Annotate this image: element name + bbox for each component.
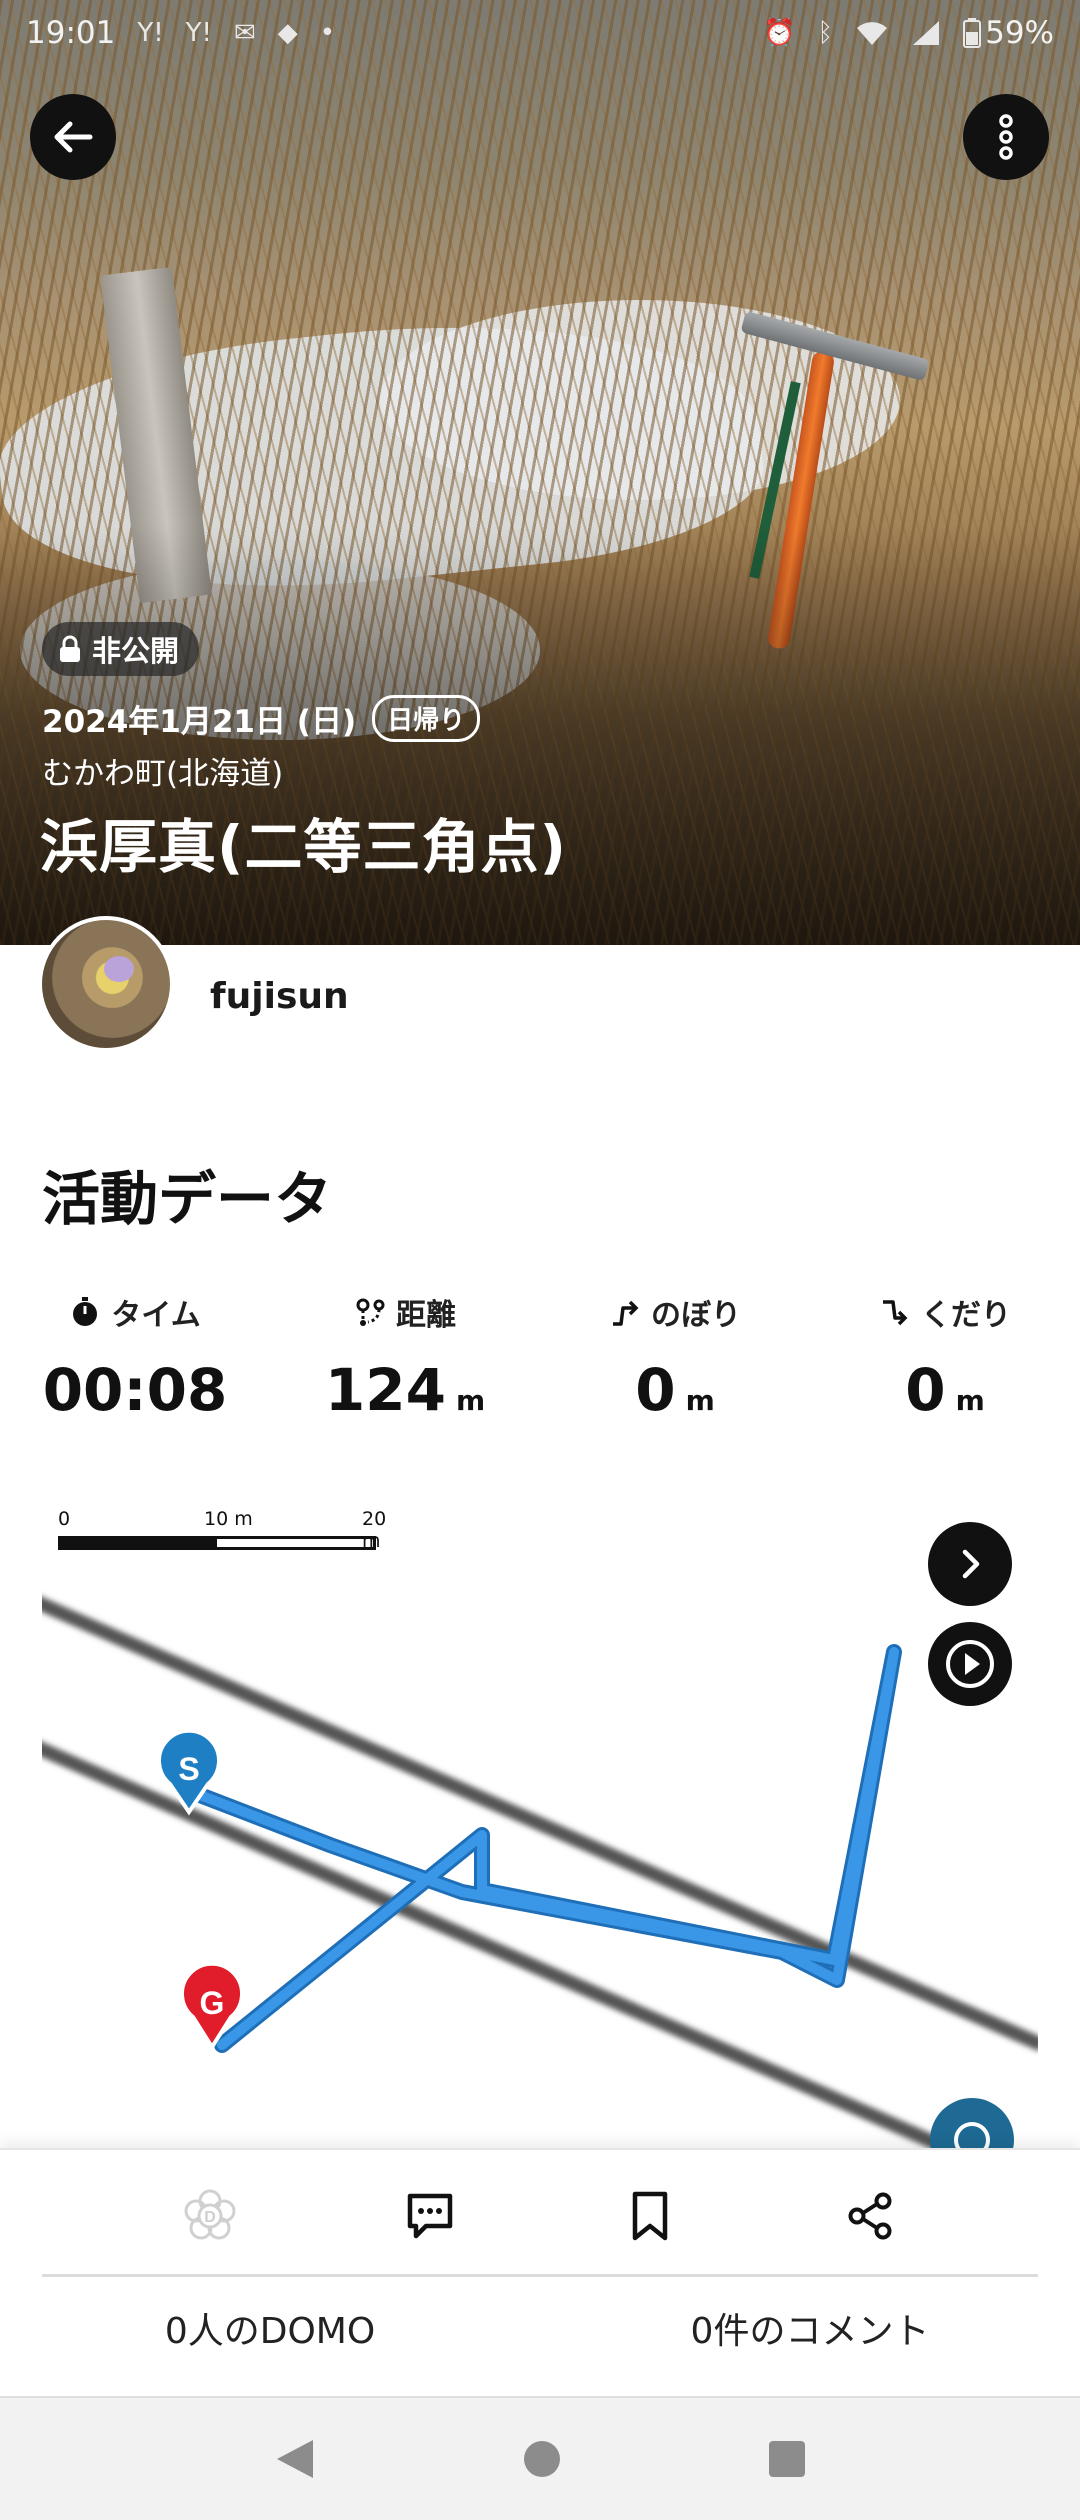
privacy-label: 非公開 [92,634,180,668]
wifi-icon [857,22,888,45]
nav-back-icon[interactable] [273,2436,317,2482]
privacy-badge: 非公開 [42,622,200,676]
share-button[interactable] [760,2176,980,2256]
map-replay-button[interactable] [928,1622,1012,1706]
action-divider [42,2274,1038,2277]
stat-unit: m [955,1384,985,1417]
activity-stats: タイム 00:08 距離 124 m のぼり 0m くだり 0m [0,1290,1080,1424]
stat-time: タイム 00:08 [0,1290,270,1424]
battery-percent: 59% [985,15,1054,51]
hero-photo: 19:01 Y! Y! ✉ ◆ • ⏰ ᛒ 59% 非公開 2024年1月21日… [0,0,1080,945]
nav-recents-icon[interactable] [767,2439,807,2479]
bottom-action-bar: D 0人のDOMO 0件のコメント [0,2148,1080,2396]
dot-icon: • [319,18,336,48]
stat-value: 00:08 [42,1356,228,1424]
stat-ascent: のぼり 0m [540,1290,810,1424]
stat-value: 124 [324,1356,446,1424]
status-bar: 19:01 Y! Y! ✉ ◆ • ⏰ ᛒ 59% [0,0,1080,66]
stat-unit: m [455,1384,486,1417]
scale-label: 0 [58,1508,71,1530]
route-icon [356,1298,385,1326]
comment-count-link[interactable]: 0件のコメント [540,2302,1080,2354]
domo-flower-icon: D [184,2189,236,2240]
activity-date-line: 2024年1月21日 (日) 日帰り [42,695,481,742]
arrow-left-icon [54,121,93,153]
bookmark-icon [632,2191,668,2241]
stat-value: 0 [635,1356,676,1424]
lock-icon [60,635,80,662]
system-nav-bar [0,2396,1080,2520]
mail-icon: ✉ [233,18,256,48]
back-button[interactable] [30,94,116,180]
stat-distance: 距離 124 m [270,1290,540,1424]
stat-unit: m [685,1384,715,1417]
avatar-detail [104,956,134,982]
activity-date: 2024年1月21日 (日) [42,704,357,740]
comment-icon [407,2193,453,2239]
comment-button[interactable] [320,2176,540,2256]
start-marker-label: S [178,1751,199,1787]
user-avatar[interactable] [38,916,174,1052]
more-vertical-icon [999,114,1013,160]
chevron-right-icon [962,1549,980,1579]
descent-icon [883,1300,908,1326]
activity-data-heading: 活動データ [42,1165,333,1233]
nav-home-icon[interactable] [522,2439,562,2479]
ascent-icon [613,1300,639,1326]
more-options-button[interactable] [963,94,1049,180]
stat-value: 0 [905,1356,946,1424]
activity-title: 浜厚真(二等三角点) [40,813,568,881]
map-canvas: S G [42,1596,1038,2150]
stat-label: タイム [111,1298,201,1333]
stat-label: 距離 [396,1298,456,1333]
stat-descent: くだり 0m [810,1290,1080,1424]
bookmark-button[interactable] [540,2176,760,2256]
route-map[interactable]: S G 0 10 m 20 m [42,1490,1038,2150]
trip-type-badge: 日帰り [372,695,481,742]
status-time: 19:01 [26,15,116,51]
map-next-button[interactable] [928,1522,1012,1606]
user-name[interactable]: fujisun [210,976,349,1017]
vpn-icon: ◆ [277,18,298,48]
domo-button[interactable]: D [100,2176,320,2256]
share-icon [848,2192,892,2240]
stat-label: くだり [921,1298,1011,1333]
stat-label: のぼり [651,1298,741,1333]
stopwatch-icon [73,1297,98,1326]
alarm-icon: ⏰ [763,18,796,48]
goal-marker-label: G [200,1985,225,2021]
scale-label: 10 m [204,1508,253,1530]
signal-icon [913,21,940,45]
yahoo-icon: Y! [185,18,212,48]
map-scale-bar: 0 10 m 20 m [58,1508,388,1552]
battery-icon [963,18,982,48]
activity-location: むかわ町(北海道) [42,756,284,792]
bluetooth-icon: ᛒ [817,18,834,48]
play-circle-icon [946,1640,994,1688]
svg-text:D: D [204,2209,216,2226]
domo-count-link[interactable]: 0人のDOMO [0,2302,540,2354]
yahoo-icon: Y! [137,18,164,48]
